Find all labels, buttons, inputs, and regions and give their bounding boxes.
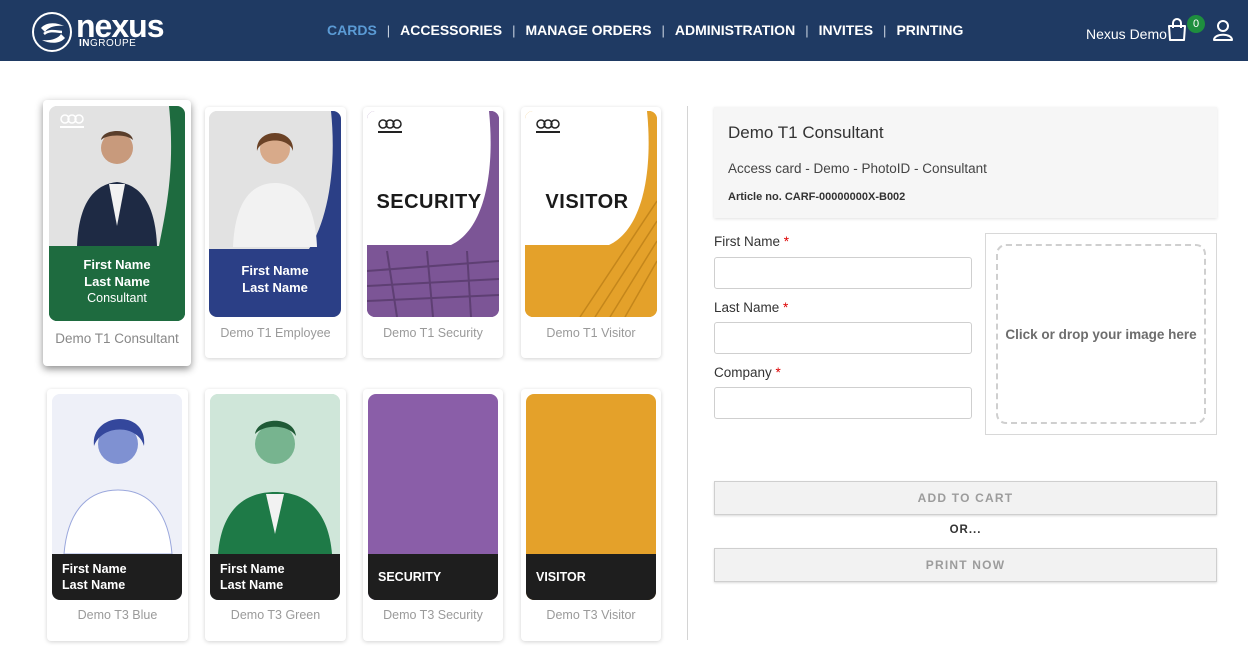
card-name-text: First Name Last Name Consultant	[49, 256, 185, 307]
product-info-box: Demo T1 Consultant Access card - Demo - …	[714, 107, 1217, 218]
card-preview: First Name Last Name	[209, 111, 341, 317]
card-tile-demo-t3-green[interactable]: First Name Last Name Demo T3 Green	[205, 389, 346, 641]
card-last-name: Last Name	[220, 578, 284, 592]
card-tile-label: Demo T1 Visitor	[546, 326, 636, 340]
nav-separator: |	[386, 22, 391, 38]
card-artwork	[367, 111, 499, 317]
user-icon[interactable]	[1213, 19, 1233, 41]
product-description: Access card - Demo - PhotoID - Consultan…	[728, 161, 987, 176]
required-mark: *	[783, 300, 789, 315]
nav-accessories[interactable]: ACCESSORIES	[400, 22, 502, 38]
card-tile-demo-t3-blue[interactable]: First Name Last Name Demo T3 Blue	[47, 389, 188, 641]
required-mark: *	[775, 365, 781, 380]
nexus-logo-icon	[32, 12, 72, 52]
first-name-input[interactable]	[714, 257, 972, 289]
card-type-word: VISITOR	[545, 191, 629, 213]
required-mark: *	[783, 234, 790, 249]
nav-manage-orders[interactable]: MANAGE ORDERS	[525, 22, 651, 38]
product-article-number: Article no. CARF-00000000X-B002	[728, 191, 906, 203]
company-logo-icon	[536, 119, 560, 133]
card-tile-label: Demo T3 Security	[383, 608, 483, 622]
card-tile-demo-t1-security[interactable]: SECURITY Demo T1 Security	[363, 107, 503, 358]
company-input[interactable]	[714, 387, 972, 419]
card-preview: First Name Last Name Consultant	[49, 106, 185, 321]
company-label: Company *	[714, 365, 781, 380]
card-name-bar: First Name Last Name	[52, 554, 182, 600]
card-name-text: First Name Last Name	[209, 262, 341, 296]
card-first-name: First Name	[220, 562, 285, 576]
card-type-bar: SECURITY	[368, 554, 498, 600]
first-name-label-text: First Name	[714, 234, 781, 249]
card-tile-label: Demo T3 Blue	[77, 608, 158, 622]
card-type-word: SECURITY	[376, 191, 482, 213]
card-last-name: Last Name	[62, 578, 126, 592]
product-title: Demo T1 Consultant	[728, 123, 884, 142]
card-tile-demo-t1-visitor[interactable]: VISITOR Demo T1 Visitor	[521, 107, 661, 358]
print-now-button[interactable]: PRINT NOW	[714, 548, 1217, 582]
nav-cards[interactable]: CARDS	[327, 22, 377, 38]
cart-count-badge: 0	[1187, 15, 1205, 33]
card-preview: VISITOR	[526, 394, 656, 600]
card-preview: SECURITY	[367, 111, 499, 317]
card-tile-label: Demo T1 Security	[383, 326, 483, 340]
image-upload-box: Click or drop your image here	[985, 233, 1217, 435]
nav-invites[interactable]: INVITES	[819, 22, 873, 38]
nav-separator: |	[805, 22, 809, 38]
card-first-name: First Name	[241, 263, 309, 278]
brand-subtitle: INGROUPE	[79, 38, 136, 49]
card-preview: First Name Last Name	[210, 394, 340, 600]
top-header: nexus INGROUPE CARDS | ACCESSORIES | MAN…	[0, 0, 1248, 61]
company-logo-icon	[378, 119, 402, 133]
brand-logo[interactable]: nexus INGROUPE	[32, 8, 172, 52]
nav-administration[interactable]: ADMINISTRATION	[675, 22, 795, 38]
card-tile-demo-t3-visitor[interactable]: VISITOR Demo T3 Visitor	[521, 389, 661, 641]
card-last-name: Last Name	[242, 280, 308, 295]
nav-separator: |	[512, 22, 516, 38]
card-tile-label: Demo T1 Employee	[220, 326, 331, 340]
card-preview: SECURITY	[368, 394, 498, 600]
card-tile-demo-t1-consultant[interactable]: First Name Last Name Consultant Demo T1 …	[43, 100, 191, 366]
card-name-bar: First Name Last Name	[210, 554, 340, 600]
main-nav: CARDS | ACCESSORIES | MANAGE ORDERS | AD…	[327, 21, 963, 39]
card-tile-demo-t1-employee[interactable]: First Name Last Name Demo T1 Employee	[205, 107, 346, 358]
card-artwork	[525, 111, 657, 317]
card-first-name: First Name	[83, 257, 151, 272]
cart-icon[interactable]	[1166, 18, 1188, 42]
card-type-bar: VISITOR	[526, 554, 656, 600]
card-tile-demo-t3-security[interactable]: SECURITY Demo T3 Security	[363, 389, 503, 641]
card-last-name: Last Name	[84, 274, 150, 289]
card-role: Consultant	[87, 291, 147, 305]
last-name-label: Last Name *	[714, 300, 788, 315]
nav-separator: |	[883, 22, 887, 38]
or-separator: OR...	[949, 524, 982, 536]
card-tile-label: Demo T1 Consultant	[55, 331, 179, 346]
first-name-label: First Name *	[714, 234, 789, 249]
last-name-label-text: Last Name	[714, 300, 780, 315]
add-to-cart-button[interactable]: ADD TO CART	[714, 481, 1217, 515]
brand-sub-bold: IN	[79, 38, 90, 49]
card-preview: First Name Last Name	[52, 394, 182, 600]
user-name[interactable]: Nexus Demo	[1086, 26, 1167, 42]
brand-sub-normal: GROUPE	[90, 38, 137, 49]
image-dropzone[interactable]: Click or drop your image here	[996, 244, 1206, 424]
card-first-name: First Name	[62, 562, 127, 576]
company-label-text: Company	[714, 365, 772, 380]
card-tile-label: Demo T3 Green	[230, 608, 321, 622]
company-logo-icon	[60, 114, 84, 128]
card-tile-label: Demo T3 Visitor	[546, 608, 636, 622]
card-preview: VISITOR	[525, 111, 657, 317]
nav-printing[interactable]: PRINTING	[896, 22, 963, 38]
last-name-input[interactable]	[714, 322, 972, 354]
vertical-divider	[687, 106, 688, 640]
nav-separator: |	[661, 22, 665, 38]
